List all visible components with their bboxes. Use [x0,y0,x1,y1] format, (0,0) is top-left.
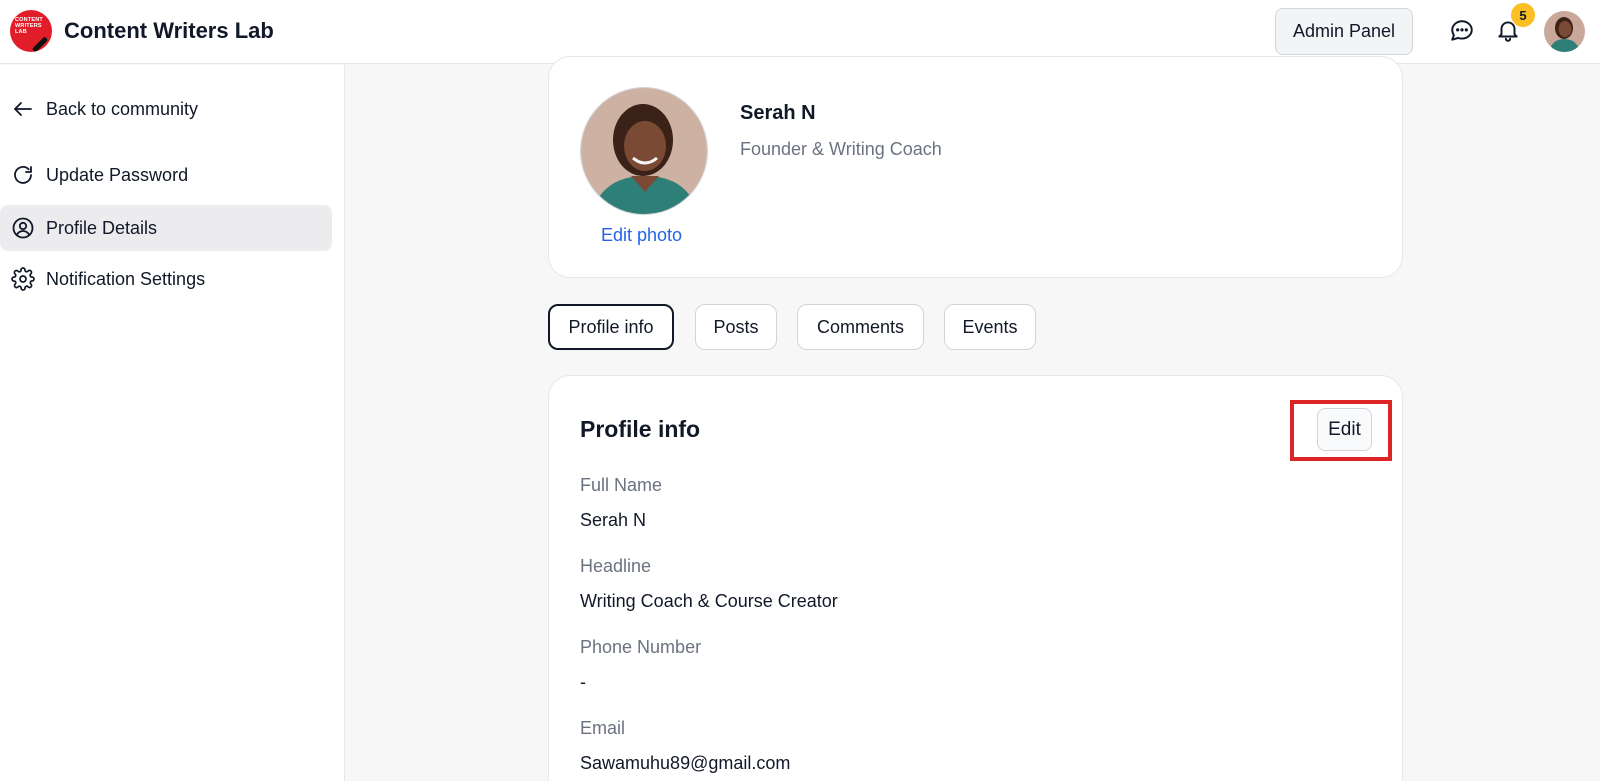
sidebar-item-label: Notification Settings [46,268,206,289]
profile-role: Founder & Writing Coach [740,139,942,159]
headline-label: Headline [580,556,652,576]
sidebar-item-profile-details[interactable]: Profile Details [0,205,332,251]
email-label: Email [580,718,626,738]
sidebar-item-update-password[interactable]: Update Password [0,152,332,198]
chat-icon[interactable] [1449,18,1475,44]
app-logo[interactable]: CONTENT WRITERS LAB [10,10,52,52]
admin-panel-button[interactable]: Admin Panel [1275,8,1413,55]
phone-number-label: Phone Number [580,637,702,657]
edit-photo-link[interactable]: Edit photo [601,225,682,246]
pen-icon [31,36,49,52]
tab-profile-info[interactable]: Profile info [548,304,674,350]
app-title[interactable]: Content Writers Lab [64,18,274,44]
profile-info-title: Profile info [580,416,701,442]
profile-photo [580,87,708,215]
profile-info-card: Profile info Edit Full Name Serah N Head… [548,375,1403,781]
profile-name: Serah N [740,102,816,124]
refresh-icon [14,166,32,184]
gear-icon [11,267,35,291]
full-name-value: Serah N [580,510,647,530]
sidebar-item-label: Back to community [46,98,199,119]
top-bar: CONTENT WRITERS LAB Content Writers Lab … [0,0,1600,64]
phone-number-value: - [580,672,586,692]
sidebar: Back to community Update Password Profil… [0,65,345,781]
sidebar-item-label: Profile Details [46,217,158,238]
notification-badge: 5 [1511,3,1535,27]
logo-text: CONTENT WRITERS LAB [15,17,43,35]
sidebar-item-back-to-community[interactable]: Back to community [0,86,332,132]
headline-value: Writing Coach & Course Creator [580,591,838,611]
user-avatar[interactable] [1544,11,1585,52]
user-circle-icon [12,217,34,239]
tab-events[interactable]: Events [944,304,1036,350]
full-name-label: Full Name [580,475,663,495]
sidebar-item-label: Update Password [46,164,189,185]
sidebar-item-notification-settings[interactable]: Notification Settings [0,256,332,302]
edit-button[interactable]: Edit [1317,408,1372,451]
email-value: Sawamuhu89@gmail.com [580,753,791,773]
arrow-left-icon [14,102,32,116]
tab-comments[interactable]: Comments [797,304,924,350]
profile-header-card: Edit photo Serah N Founder & Writing Coa… [548,56,1403,278]
tab-posts[interactable]: Posts [695,304,777,350]
